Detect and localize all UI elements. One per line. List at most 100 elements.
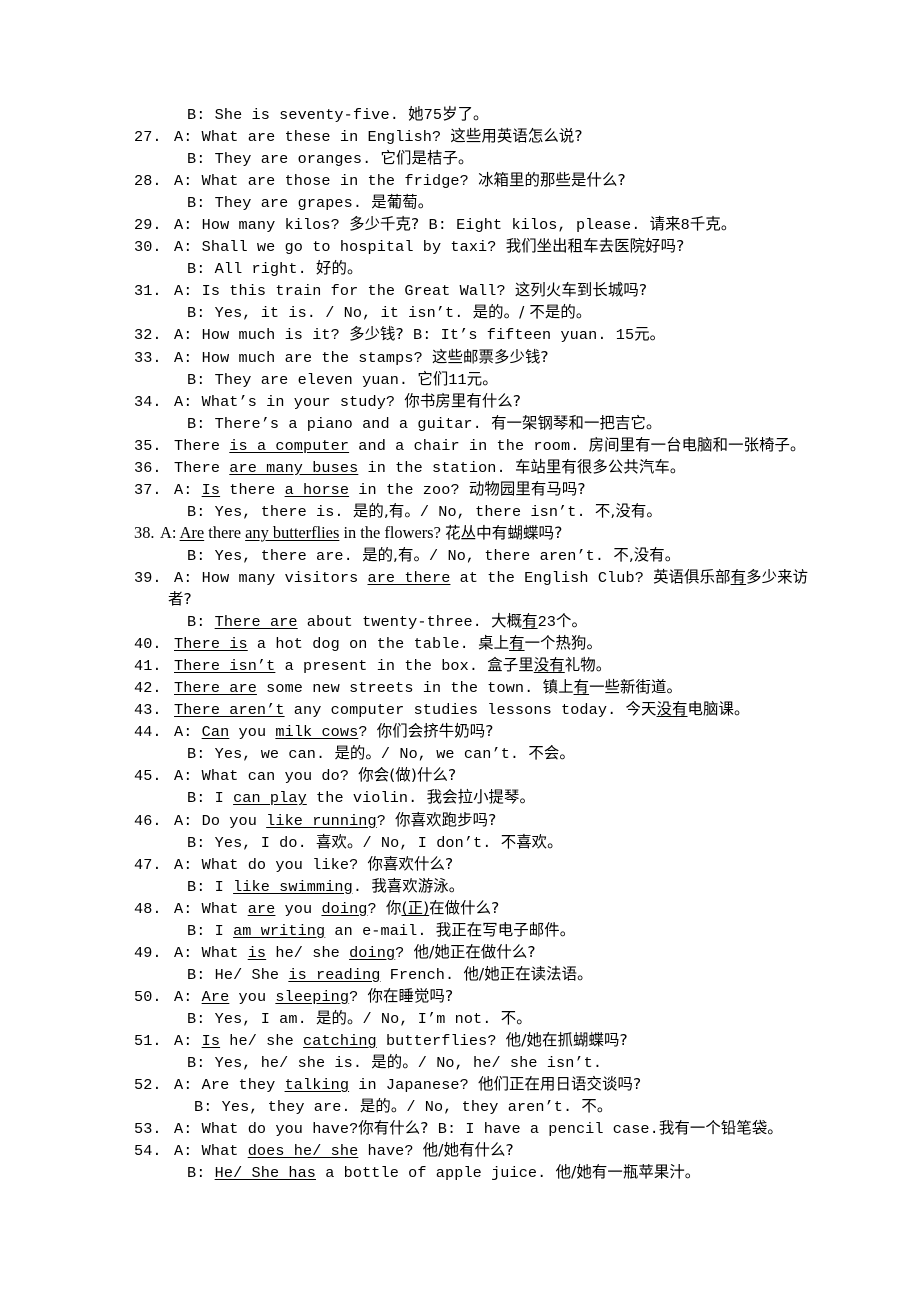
text-run: 是的。 — [334, 744, 381, 763]
text-run: B: — [187, 1164, 215, 1183]
text-run: B: Yes, it is. / No, it isn’t. — [187, 304, 473, 323]
document-line: 39. A: How many visitors are there at the… — [134, 566, 808, 588]
text-run: butterflies? — [376, 1031, 506, 1050]
line-content: B: There’s a piano and a guitar. 有一架钢琴和一… — [168, 414, 661, 433]
text-run: some new streets in the town. — [256, 679, 543, 698]
text-run: There — [174, 436, 230, 455]
text-run: 好的。 — [316, 259, 363, 278]
line-number: 31. — [134, 282, 162, 301]
line-number: 49. — [134, 943, 162, 962]
document-line: 00.B: They are oranges. 它们是桔子。 — [134, 147, 790, 169]
document-line: 50. A: Are you sleeping? 你在睡觉吗? — [134, 985, 790, 1007]
document-line: 33. A: How much are the stamps? 这些邮票多少钱? — [134, 346, 790, 368]
line-number: 39. — [134, 568, 162, 587]
line-content: A: How many kilos? 多少千克? B: Eight kilos,… — [168, 215, 736, 234]
line-number: 50. — [134, 987, 162, 1006]
line-content: B: She is seventy-five. 她75岁了。 — [168, 105, 489, 124]
text-run: a bottle of apple juice. — [316, 1164, 556, 1183]
text-run: A: — [174, 723, 202, 742]
line-content: There is a hot dog on the table. 桌上有一个热狗… — [168, 634, 602, 653]
underlined-text-run: doing — [321, 899, 368, 918]
line-number: 28. — [134, 172, 162, 191]
text-run: 不会。 — [528, 744, 575, 763]
text-run: A: What do you like? — [174, 855, 368, 874]
underlined-text-run: are many buses — [229, 458, 359, 477]
document-line: 28. A: What are those in the fridge? 冰箱里的… — [134, 169, 790, 191]
line-content: A: Can you milk cows? 你们会挤牛奶吗? — [168, 722, 494, 742]
underlined-text-run: are there — [367, 568, 451, 587]
text-run: 你书房里有什么? — [404, 391, 522, 410]
text-run: B: Yes, there are. — [187, 546, 363, 565]
text-run: 这列火车到长城吗? — [514, 281, 648, 300]
text-run: B: — [187, 613, 215, 632]
text-run: 多少钱? — [349, 325, 404, 344]
line-number: 42. — [134, 679, 162, 698]
line-content: B: I am writing an e-mail. 我正在写电子邮件。 — [168, 920, 576, 940]
text-run: 他/她有什么? — [422, 1141, 514, 1160]
text-run: 你 — [385, 898, 402, 917]
text-run: 是的,有。 — [352, 501, 420, 520]
document-line: 43. There aren’t any computer studies les… — [134, 698, 790, 720]
text-run: A: — [174, 480, 202, 499]
line-content: B: They are eleven yuan. 它们11元。 — [168, 370, 498, 389]
text-run: 喜欢。 — [316, 832, 363, 851]
text-run: 不,没有。 — [594, 501, 662, 520]
text-run: 他们正在用日语交谈吗? — [478, 1075, 642, 1094]
text-run: 是的。 — [316, 1008, 363, 1027]
document-line: 00.B: There’s a piano and a guitar. 有一架钢… — [134, 412, 790, 434]
underlined-text-run: Is — [201, 480, 221, 499]
document-line: 00.B: Yes, there are. 是的,有。/ No, there a… — [134, 544, 790, 566]
document-line: 30. A: Shall we go to hospital by taxi? 我… — [134, 235, 790, 257]
text-run: A: How much is it? — [174, 326, 350, 345]
text-run: A: What — [174, 899, 248, 918]
text-run: / No, there aren’t. — [429, 546, 614, 565]
document-line: 52. A: Are they talking in Japanese? 他们正在… — [134, 1073, 790, 1095]
underlined-text-run: Are — [201, 987, 230, 1006]
document-line: 00.B: Yes, he/ she is. 是的。/ No, he/ she … — [134, 1051, 790, 1073]
document-line: 45. A: What can you do? 你会(做)什么? — [134, 764, 790, 786]
text-run: B: I have a pencil case. — [428, 1120, 659, 1139]
line-content: A: What are those in the fridge? 冰箱里的那些是… — [168, 171, 626, 190]
text-run: 你们会挤牛奶吗? — [376, 722, 494, 741]
line-number: 46. — [134, 811, 162, 830]
underlined-text-run: am writing — [233, 921, 326, 940]
underlined-text-run: There isn’t — [174, 657, 276, 676]
text-run: 请来 — [649, 215, 681, 234]
text-run: 15 — [615, 326, 635, 345]
line-content: B: All right. 好的。 — [168, 259, 363, 278]
line-number: 52. — [134, 1076, 162, 1095]
text-run: 盒子里 — [487, 656, 534, 675]
text-run: 我们坐出租车去医院好吗? — [505, 237, 685, 256]
text-run: A: How much are the stamps? — [174, 348, 432, 367]
document-line: 00.B: Yes, we can. 是的。/ No, we can’t. 不会… — [134, 742, 790, 764]
text-run: 我正在写电子邮件。 — [435, 920, 576, 939]
underlined-text-run: does he/ she — [247, 1142, 359, 1161]
text-run: / No, they aren’t. — [406, 1098, 582, 1117]
line-content: A: What do you have?你有什么? B: I have a pe… — [168, 1119, 783, 1139]
line-number: 32. — [134, 326, 162, 345]
line-number: 41. — [134, 657, 162, 676]
document-line: 44. A: Can you milk cows? 你们会挤牛奶吗? — [134, 720, 790, 742]
document-line: 41. There isn’t a present in the box. 盒子里… — [134, 654, 790, 676]
line-number: 40. — [134, 635, 162, 654]
document-line: 54. A: What does he/ she have? 他/她有什么? — [134, 1139, 790, 1161]
document-line: 37. A: Is there a horse in the zoo? 动物园里有… — [134, 478, 790, 500]
document-line: 00.B: He/ She has a bottle of apple juic… — [134, 1161, 790, 1183]
line-content: B: Yes, it is. / No, it isn’t. 是的。/ 不是的。 — [168, 303, 591, 323]
text-run: 是葡萄。 — [371, 193, 434, 212]
text-run: 镇上 — [542, 678, 574, 697]
text-run: in Japanese? — [349, 1076, 479, 1095]
text-run: 礼物。 — [564, 656, 612, 675]
text-run: 23 — [537, 613, 557, 632]
underlined-text-run: 有 — [509, 634, 525, 653]
document-line: 00.B: Yes, it is. / No, it isn’t. 是的。/ 不… — [134, 301, 790, 323]
line-content: A: What can you do? 你会(做)什么? — [168, 766, 457, 785]
underlined-text-run: Is — [201, 1031, 221, 1050]
document-line: 51. A: Is he/ she catching butterflies? 他… — [134, 1029, 790, 1051]
text-run: 他/她有一瓶苹果汁。 — [555, 1163, 701, 1182]
text-run: 这些用英语怎么说? — [450, 127, 583, 146]
text-run: 你会(做)什么? — [358, 766, 457, 785]
text-run: you — [275, 899, 322, 918]
text-run: 是的。 — [359, 1097, 407, 1116]
text-run: 一些新街道。 — [589, 678, 683, 697]
